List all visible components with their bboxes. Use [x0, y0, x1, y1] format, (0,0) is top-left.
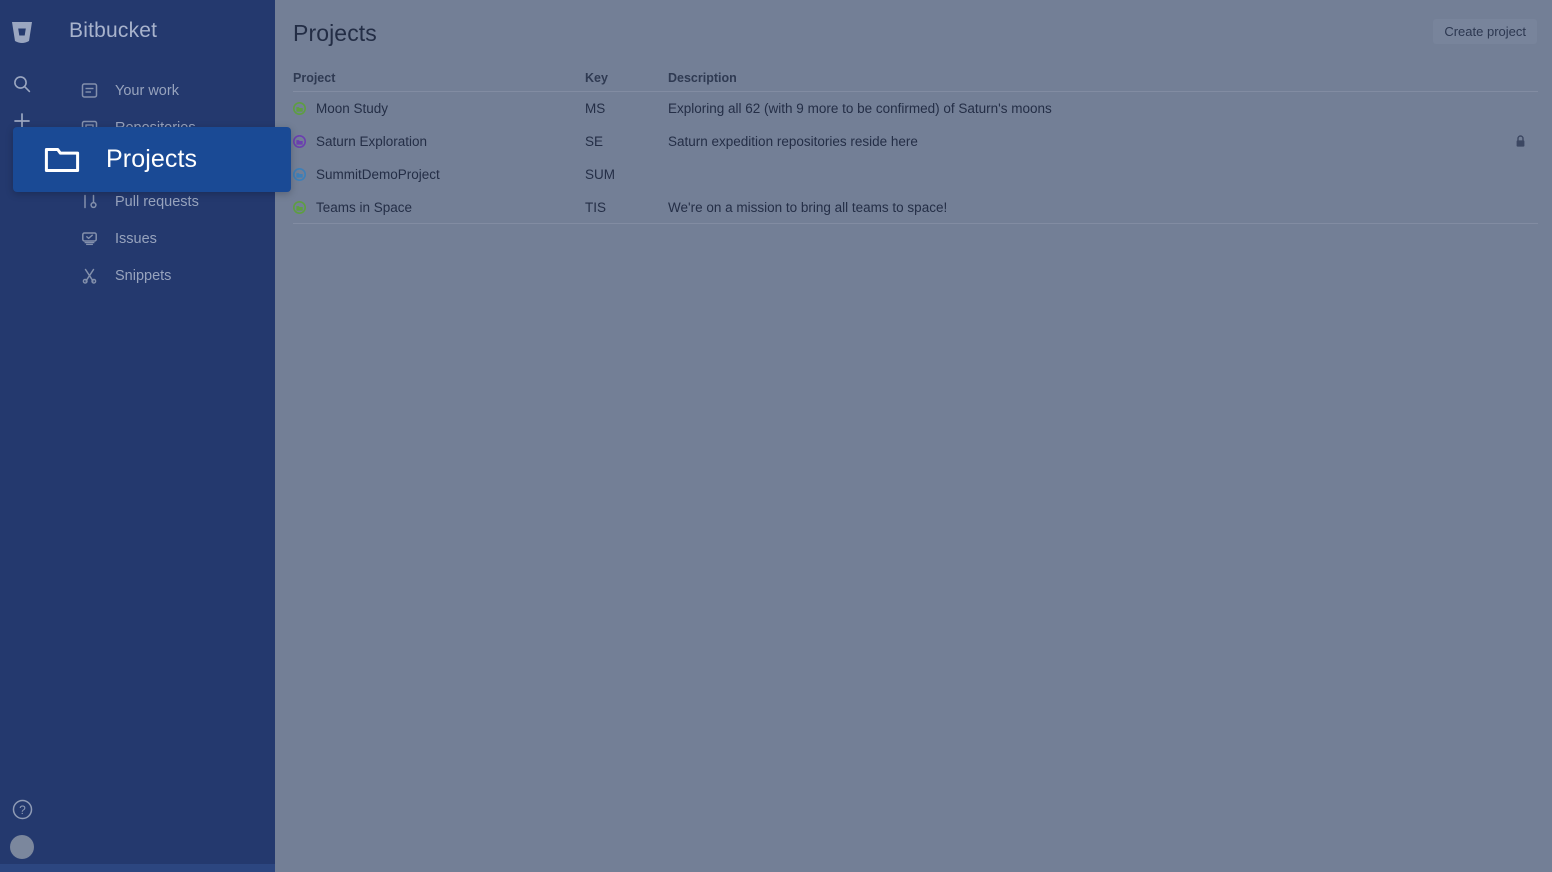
project-cell: Moon Study	[293, 101, 585, 116]
sidebar-item-label: Issues	[115, 230, 157, 247]
issues-icon	[80, 229, 99, 248]
sidebar-item-label: Snippets	[115, 267, 172, 284]
project-name: SummitDemoProject	[316, 167, 440, 182]
tooltip-label: Projects	[106, 145, 198, 173]
snippets-scissors-icon	[80, 266, 99, 285]
project-key: MS	[585, 101, 606, 116]
project-key: SE	[585, 134, 604, 149]
pull-requests-icon	[80, 192, 99, 211]
main-content: Projects Create project Project Key Desc…	[275, 0, 1552, 872]
project-name: Saturn Exploration	[316, 134, 428, 149]
project-description: Saturn expedition repositories reside he…	[668, 134, 918, 149]
user-avatar[interactable]	[10, 835, 34, 859]
table-row[interactable]: Moon Study MS Exploring all 62 (with 9 m…	[293, 92, 1538, 125]
sidebar-item-label: Pull requests	[115, 193, 199, 210]
column-header-project: Project	[293, 70, 336, 85]
folder-icon	[44, 145, 80, 175]
table-row[interactable]: SummitDemoProject SUM	[293, 158, 1538, 191]
sidebar-item-label: Your work	[115, 82, 179, 99]
your-work-icon	[80, 81, 99, 100]
sidebar-bottom-strip	[0, 864, 275, 872]
table-row[interactable]: Teams in Space TIS We're on a mission to…	[293, 191, 1538, 224]
create-project-button[interactable]: Create project	[1433, 19, 1537, 44]
sidebar-item-your-work[interactable]: Your work	[0, 72, 275, 109]
projects-tooltip[interactable]: Projects	[13, 127, 291, 192]
help-circle-icon[interactable]: ?	[12, 799, 33, 820]
projects-table: Project Key Description Moon Study MS Ex…	[293, 64, 1538, 224]
table-row[interactable]: Saturn Exploration SE Saturn expedition …	[293, 125, 1538, 158]
project-name: Teams in Space	[316, 199, 413, 215]
sidebar-item-issues[interactable]: Issues	[0, 220, 275, 257]
page-title: Projects	[293, 20, 377, 46]
lock-icon	[1514, 134, 1527, 149]
column-header-key: Key	[585, 70, 608, 85]
brand-name: Bitbucket	[69, 19, 158, 42]
project-cell: Saturn Exploration	[293, 134, 585, 149]
project-avatar-icon	[293, 135, 306, 148]
project-cell: SummitDemoProject	[293, 167, 585, 182]
project-key: SUM	[585, 167, 615, 182]
table-header-row: Project Key Description	[293, 64, 1538, 92]
project-avatar-icon	[293, 200, 306, 214]
column-header-description: Description	[668, 70, 737, 85]
project-cell: Teams in Space	[293, 200, 585, 215]
project-description: Exploring all 62 (with 9 more to be conf…	[668, 101, 1052, 116]
sidebar-item-snippets[interactable]: Snippets	[0, 257, 275, 294]
app-root: ? Bitbucket Your work Pull requests Issu…	[0, 0, 1552, 872]
project-avatar-icon	[293, 102, 306, 115]
svg-text:?: ?	[19, 803, 26, 817]
project-name: Moon Study	[316, 101, 389, 116]
project-description: We're on a mission to bring all teams to…	[668, 199, 948, 215]
project-avatar-icon	[293, 168, 306, 181]
project-key: TIS	[585, 199, 607, 215]
bitbucket-logo-icon[interactable]	[11, 20, 33, 44]
